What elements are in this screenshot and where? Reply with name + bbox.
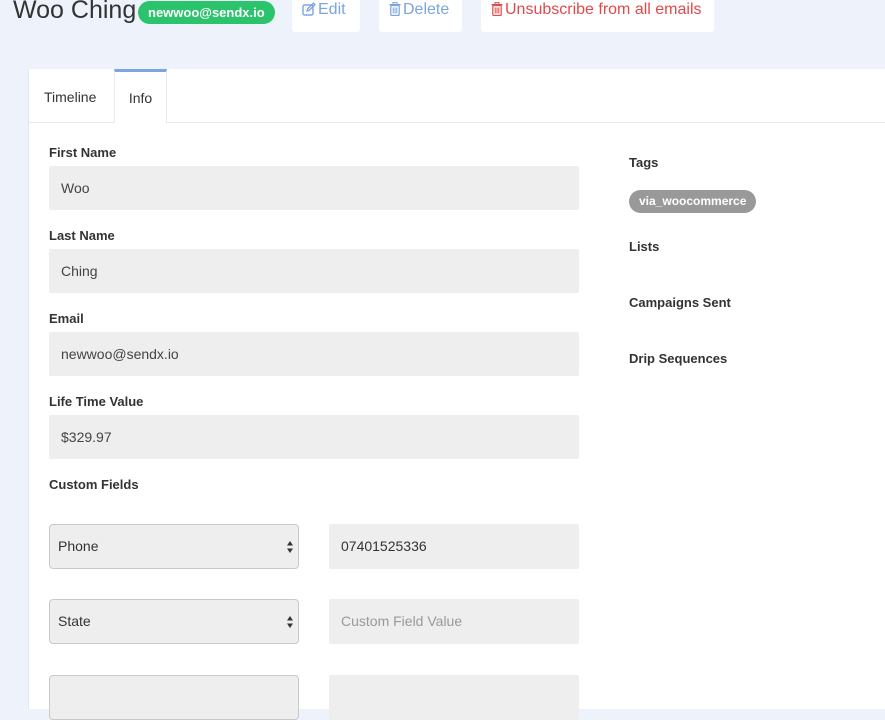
custom-field-value-input[interactable]: 07401525336 (329, 524, 579, 569)
edit-icon (302, 2, 316, 16)
up-down-arrows-icon (287, 541, 293, 553)
email-field[interactable]: newwoo@sendx.io (49, 332, 579, 376)
tags-label: Tags (629, 155, 659, 170)
custom-field-value-input[interactable]: Custom Field Value (329, 599, 579, 644)
last-name-field[interactable]: Ching (49, 249, 579, 293)
delete-label: Delete (403, 1, 450, 18)
contact-card: Timeline Info First Name Woo Last Name C… (28, 69, 885, 720)
contact-header: Woo Ching newwoo@sendx.io Edit Delete Un… (0, 0, 885, 40)
ltv-field[interactable]: $329.97 (49, 415, 579, 459)
trash-icon (491, 1, 503, 17)
custom-field-select[interactable]: State (49, 599, 299, 644)
trash-icon (389, 1, 401, 17)
lists-label: Lists (629, 239, 660, 254)
tab-timeline[interactable]: Timeline (44, 69, 96, 122)
tab-info[interactable]: Info (114, 69, 167, 123)
campaigns-sent-label: Campaigns Sent (629, 295, 731, 310)
edit-button[interactable]: Edit (292, 0, 360, 32)
drip-sequences-label: Drip Sequences (629, 351, 728, 366)
tab-bar: Timeline Info (29, 69, 885, 123)
custom-field-select[interactable]: Phone (49, 524, 299, 569)
tag-badge[interactable]: via_woocommerce (629, 190, 757, 213)
first-name-label: First Name (49, 145, 117, 160)
unsubscribe-button[interactable]: Unsubscribe from all emails (481, 0, 714, 32)
edit-label: Edit (318, 1, 346, 18)
delete-button[interactable]: Delete (379, 0, 462, 32)
custom-field-value-input[interactable] (329, 675, 579, 720)
custom-field-select[interactable] (49, 675, 299, 720)
email-badge: newwoo@sendx.io (138, 1, 275, 24)
contact-name: Woo Ching (13, 0, 137, 24)
first-name-field[interactable]: Woo (49, 166, 579, 210)
unsubscribe-label: Unsubscribe from all emails (505, 1, 702, 18)
up-down-arrows-icon (287, 616, 293, 628)
ltv-label: Life Time Value (49, 394, 144, 409)
last-name-label: Last Name (49, 228, 115, 243)
email-label: Email (49, 311, 84, 326)
custom-fields-label: Custom Fields (49, 477, 139, 492)
custom-field-select-value: Phone (58, 538, 99, 554)
custom-field-select-value: State (58, 613, 91, 629)
